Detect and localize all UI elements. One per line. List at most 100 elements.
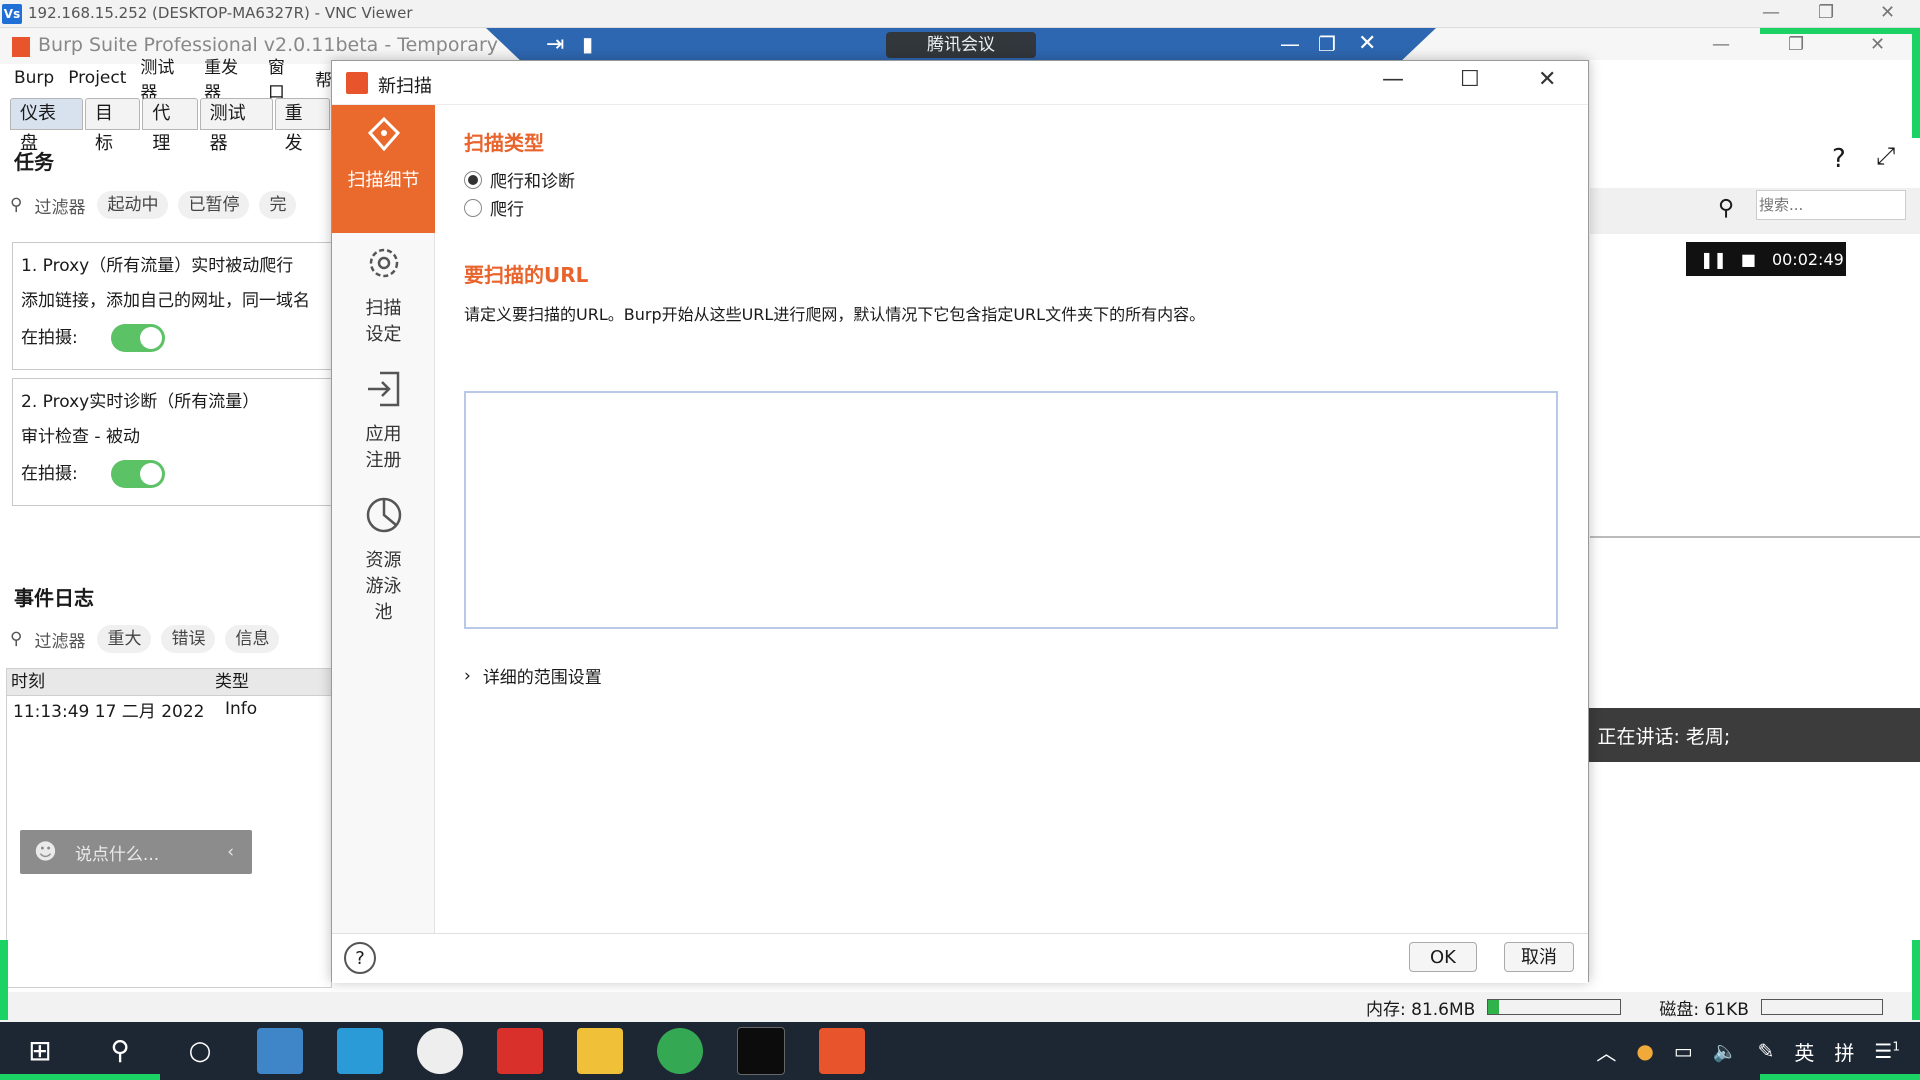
notification-icon[interactable]: ☰1 [1874, 1039, 1900, 1063]
event-filter-button[interactable]: 过滤器 [34, 627, 85, 652]
chrome-icon[interactable] [657, 1028, 703, 1074]
volume-icon[interactable]: 🔈 [1713, 1039, 1738, 1063]
chip-critical[interactable]: 重大 [97, 625, 152, 653]
share-frame [0, 1074, 160, 1080]
tab-target[interactable]: 目标 [85, 98, 141, 154]
menu-intruder[interactable]: 测试器 [140, 53, 190, 103]
menu-project[interactable]: Project [68, 68, 126, 88]
close-icon[interactable]: ✕ [1880, 2, 1895, 23]
xmind-icon[interactable] [497, 1028, 543, 1074]
ime-pinyin[interactable]: 拼 [1834, 1037, 1854, 1066]
disk-label: 磁盘: 61KB [1659, 999, 1749, 1020]
task-card-2[interactable]: 2. Proxy实时诊断（所有流量） 审计检查 - 被动 在拍摄: [12, 378, 332, 506]
sidebar-label: 扫描设定 [365, 298, 402, 345]
menu-help[interactable]: 帮 [315, 66, 332, 91]
chip-finished[interactable]: 完 [259, 191, 297, 219]
menu-repeater[interactable]: 重发器 [204, 53, 254, 103]
help-icon[interactable]: ? [1832, 144, 1846, 174]
table-row[interactable]: 11:13:49 17 二月 2022 Info [7, 696, 331, 722]
app-icon[interactable] [417, 1028, 463, 1074]
rc-close-icon[interactable]: ✕ [1358, 31, 1376, 56]
burp-logo-icon [346, 72, 368, 94]
expand-icon[interactable]: ⤢ [1876, 142, 1895, 170]
ok-button[interactable]: OK [1409, 942, 1477, 972]
sidebar-item-app-login[interactable]: 应用注册 [332, 359, 435, 485]
sidebar-item-resource-pool[interactable]: 资源游泳池 [332, 485, 435, 623]
task-card-1[interactable]: 1. Proxy（所有流量）实时被动爬行 添加链接，添加自己的网址，同一域名 在… [12, 242, 332, 370]
burp-minimize-icon[interactable]: — [1712, 34, 1730, 55]
minimize-icon[interactable]: — [1762, 2, 1780, 23]
search-icon[interactable]: ⚲ [97, 1028, 143, 1074]
stop-icon[interactable]: ■ [1741, 250, 1756, 269]
pause-icon[interactable]: ❚❚ [1700, 250, 1727, 269]
radio-dot[interactable] [464, 170, 482, 189]
menu-burp[interactable]: Burp [14, 68, 54, 88]
tasks-filter-button[interactable]: 过滤器 [34, 193, 85, 218]
pen-icon[interactable]: ✎ [1758, 1039, 1775, 1063]
radio-crawl-audit[interactable]: 爬行和诊断 [464, 167, 575, 192]
help-icon[interactable]: ? [344, 942, 376, 974]
sidebar-item-scan-details[interactable]: 扫描细节 [332, 105, 435, 233]
recording-time: 00:02:49 [1771, 249, 1844, 269]
cancel-button[interactable]: 取消 [1504, 942, 1574, 972]
radio-crawl[interactable]: 爬行 [464, 195, 524, 220]
share-frame [1760, 28, 1920, 34]
task-view-icon[interactable]: ○ [177, 1028, 223, 1074]
system-tray: ︿ ● ▭ 🔈 ✎ 英 拼 ☰1 [1586, 1022, 1910, 1080]
tab-intruder[interactable]: 测试器 [199, 98, 273, 154]
tab-proxy[interactable]: 代理 [142, 98, 198, 154]
network-icon[interactable]: ▭ [1674, 1039, 1693, 1063]
file-explorer-icon[interactable] [577, 1028, 623, 1074]
restore-icon[interactable]: ❐ [1818, 2, 1834, 23]
radio-label: 爬行 [490, 200, 524, 220]
dialog-close-icon[interactable]: ✕ [1538, 67, 1556, 92]
terminal-icon[interactable] [737, 1027, 785, 1075]
dialog-minimize-icon[interactable]: — [1382, 67, 1404, 92]
scope-settings-expander[interactable]: › 详细的范围设置 [464, 663, 602, 689]
event-filter-row: ⚲ 过滤器 重大 错误 信息 [10, 624, 332, 654]
chat-input-bar[interactable]: ☻ 说点什么... ‹ [20, 830, 252, 874]
chip-running[interactable]: 起动中 [97, 191, 169, 219]
tab-dashboard[interactable]: 仪表盘 [10, 98, 83, 154]
ime-english[interactable]: 英 [1794, 1037, 1814, 1066]
url-textarea[interactable] [464, 391, 1558, 629]
url-description: 请定义要扫描的URL。Burp开始从这些URL进行爬网，默认情况下它包含指定UR… [464, 305, 1206, 324]
chevron-left-icon[interactable]: ‹ [227, 842, 234, 862]
emoji-icon[interactable]: ☻ [34, 840, 57, 865]
remote-desktop-icon[interactable] [257, 1028, 303, 1074]
sidebar-item-scan-config[interactable]: 扫描设定 [332, 233, 435, 359]
chip-error[interactable]: 错误 [161, 625, 216, 653]
col-time[interactable]: 时刻 [7, 669, 211, 695]
rc-minimize-icon[interactable]: — [1280, 32, 1300, 56]
vnc-titlebar: Vs 192.168.15.252 (DESKTOP-MA6327R) - VN… [0, 0, 1920, 28]
capturing-label: 在拍摄: [21, 328, 78, 348]
col-type[interactable]: 类型 [211, 669, 249, 695]
chip-paused[interactable]: 已暂停 [178, 191, 250, 219]
chevron-up-icon[interactable]: ︿ [1596, 1037, 1616, 1066]
filter-icon[interactable]: ⚲ [10, 195, 22, 215]
qq-icon[interactable]: ● [1636, 1039, 1653, 1063]
search-icon[interactable]: ⚲ [1718, 196, 1734, 221]
pin-icon[interactable]: ⇥ [546, 32, 564, 57]
share-frame [0, 940, 8, 1020]
burp-taskbar-icon[interactable] [819, 1028, 865, 1074]
burp-restore-icon[interactable]: ❐ [1788, 34, 1804, 55]
capture-toggle[interactable] [111, 324, 166, 352]
burp-close-icon[interactable]: ✕ [1870, 34, 1885, 55]
windows-start-icon[interactable]: ⊞ [17, 1028, 63, 1074]
capture-toggle[interactable] [111, 460, 166, 488]
capturing-label: 在拍摄: [21, 464, 78, 484]
meeting-badge: 腾讯会议 [886, 32, 1036, 58]
chevron-right-icon[interactable]: › [464, 666, 471, 686]
dialog-maximize-icon[interactable]: ☐ [1460, 67, 1480, 92]
memory-meter-fill [1488, 1000, 1499, 1014]
menu-window[interactable]: 窗口 [268, 53, 301, 103]
rc-restore-icon[interactable]: ❐ [1318, 32, 1336, 56]
filter-icon[interactable]: ⚲ [10, 629, 22, 649]
main-tabs: 仪表盘 目标 代理 测试器 重发 [10, 98, 332, 154]
chip-info[interactable]: 信息 [225, 625, 280, 653]
search-input[interactable] [1756, 190, 1906, 220]
teamviewer-icon[interactable] [337, 1028, 383, 1074]
radio-dot[interactable] [464, 198, 482, 217]
tab-repeater[interactable]: 重发 [274, 98, 330, 154]
